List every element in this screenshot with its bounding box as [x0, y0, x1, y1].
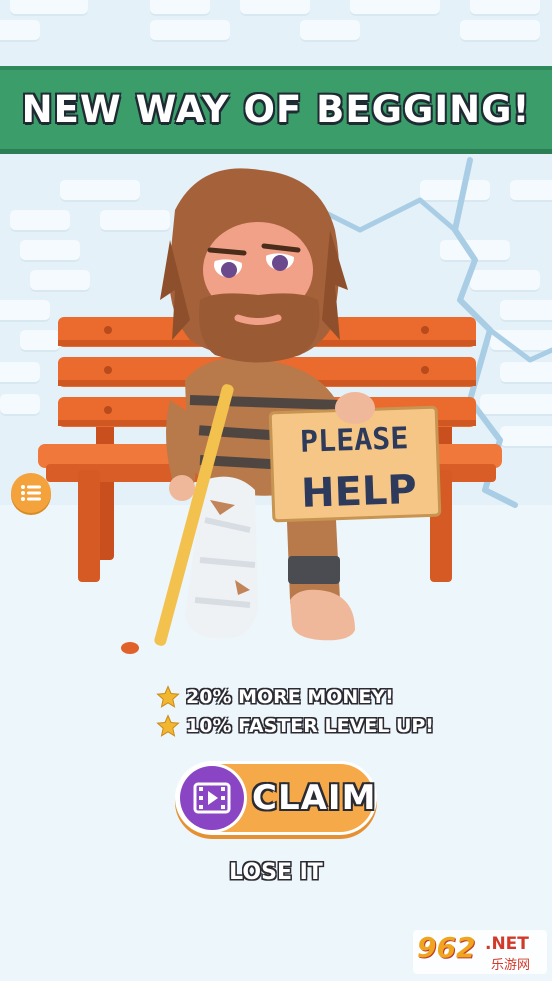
- perk-item: 20% MORE MONEY!: [156, 683, 434, 711]
- claim-label: CLAIM: [252, 778, 377, 818]
- claim-button[interactable]: CLAIM: [178, 764, 377, 832]
- sign-line1: PLEASE: [299, 421, 409, 460]
- perk-text: 20% MORE MONEY!: [186, 686, 394, 708]
- perk-list: 20% MORE MONEY! 10% FASTER LEVEL UP!: [156, 683, 434, 741]
- watermark-suffix: .NET: [485, 934, 529, 954]
- claim-video-badge: [180, 766, 244, 830]
- star-icon: [156, 685, 180, 708]
- watermark-logo: 962 .NET 乐游网: [413, 930, 547, 974]
- star-icon: [156, 714, 180, 737]
- menu-button[interactable]: [11, 473, 51, 513]
- list-icon: [21, 485, 41, 501]
- sign-line2: HELP: [300, 467, 417, 517]
- beggar-scene: PLEASE HELP: [38, 168, 502, 654]
- perk-text: 10% FASTER LEVEL UP!: [186, 715, 434, 737]
- watermark-number: 962: [417, 931, 476, 964]
- video-icon: [193, 782, 231, 814]
- perk-item: 10% FASTER LEVEL UP!: [156, 712, 434, 740]
- watermark-subtitle: 乐游网: [491, 958, 531, 973]
- lose-it-button[interactable]: LOSE IT: [0, 860, 552, 885]
